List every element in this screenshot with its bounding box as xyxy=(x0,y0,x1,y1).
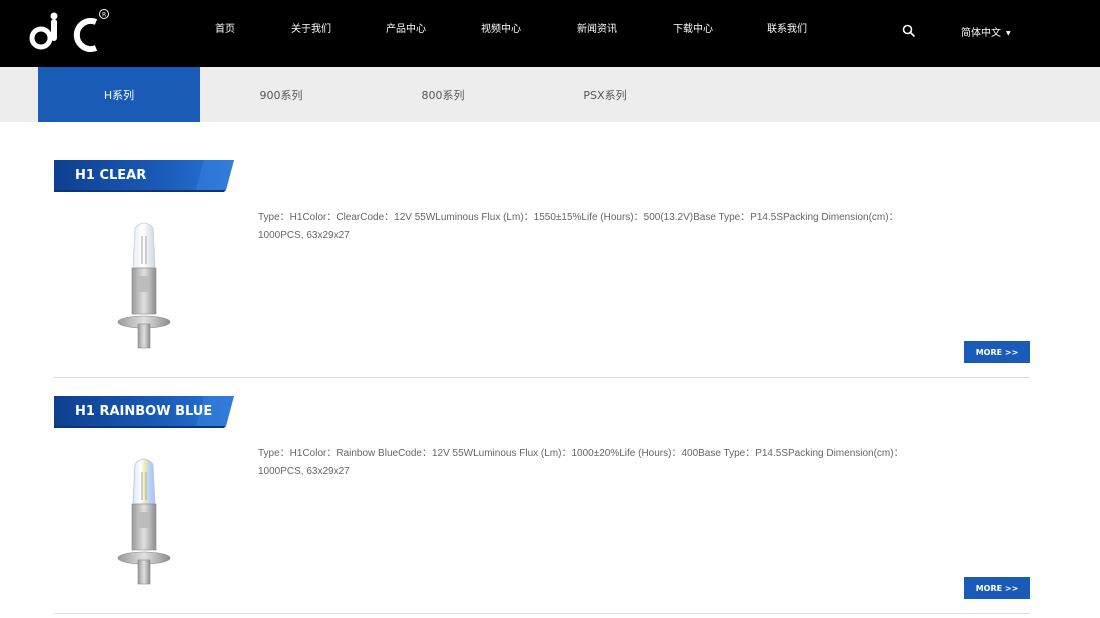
product-title: H1 CLEAR xyxy=(75,168,147,183)
main-nav: 首页 关于我们 产品中心 视频中心 新闻资讯 下载中心 联系我们 xyxy=(0,0,1100,67)
product-title-banner: H1 RAINBOW BLUE xyxy=(54,396,236,428)
tab-label: H系列 xyxy=(103,88,135,102)
nav-item-about[interactable]: 关于我们 xyxy=(291,20,331,35)
tab-label: 900系列 xyxy=(259,88,303,102)
more-button[interactable]: MORE >> xyxy=(964,341,1030,363)
more-button-label: MORE >> xyxy=(975,583,1019,593)
language-selector[interactable]: 简体中文 ▼ xyxy=(961,24,1011,39)
site-header: R 首页 关于我们 产品中心 视频中心 新闻资讯 下载中心 联系我们 简体中文 ▼ xyxy=(0,0,1100,67)
nav-item-news[interactable]: 新闻资讯 xyxy=(577,20,617,35)
product-description: Type：H1Color：ClearCode：12V 55WLuminous F… xyxy=(258,212,899,241)
tab-900-series[interactable]: 900系列 xyxy=(200,67,362,122)
product-description: Type：H1Color：Rainbow BlueCode：12V 55WLum… xyxy=(258,448,904,477)
caret-down-icon: ▼ xyxy=(1006,29,1011,37)
nav-item-downloads[interactable]: 下载中心 xyxy=(673,20,713,35)
tab-label: PSX系列 xyxy=(583,88,627,102)
nav-item-products[interactable]: 产品中心 xyxy=(386,20,426,35)
more-button[interactable]: MORE >> xyxy=(964,577,1030,599)
h1-bulb-image[interactable] xyxy=(109,218,179,358)
more-button-label: MORE >> xyxy=(975,347,1019,357)
language-label: 简体中文 xyxy=(961,28,1001,39)
search-icon[interactable] xyxy=(902,24,915,37)
product-card: H1 CLEAR Type：H1Color：ClearCode：12V 55WL… xyxy=(54,160,1030,378)
nav-item-home[interactable]: 首页 xyxy=(215,20,235,35)
product-title-banner: H1 CLEAR xyxy=(54,160,236,192)
product-title: H1 RAINBOW BLUE xyxy=(75,404,213,419)
series-tabs: H系列 900系列 800系列 PSX系列 xyxy=(0,67,1100,122)
nav-item-videos[interactable]: 视频中心 xyxy=(481,20,521,35)
nav-item-contact[interactable]: 联系我们 xyxy=(767,20,807,35)
tab-psx-series[interactable]: PSX系列 xyxy=(524,67,686,122)
product-card: H1 RAINBOW BLUE Type：H1Color：Rainbow Blu… xyxy=(54,396,1030,614)
tab-h-series[interactable]: H系列 xyxy=(38,67,200,122)
tab-label: 800系列 xyxy=(421,88,465,102)
h1-rainbow-bulb-image[interactable] xyxy=(109,454,179,594)
tab-800-series[interactable]: 800系列 xyxy=(362,67,524,122)
